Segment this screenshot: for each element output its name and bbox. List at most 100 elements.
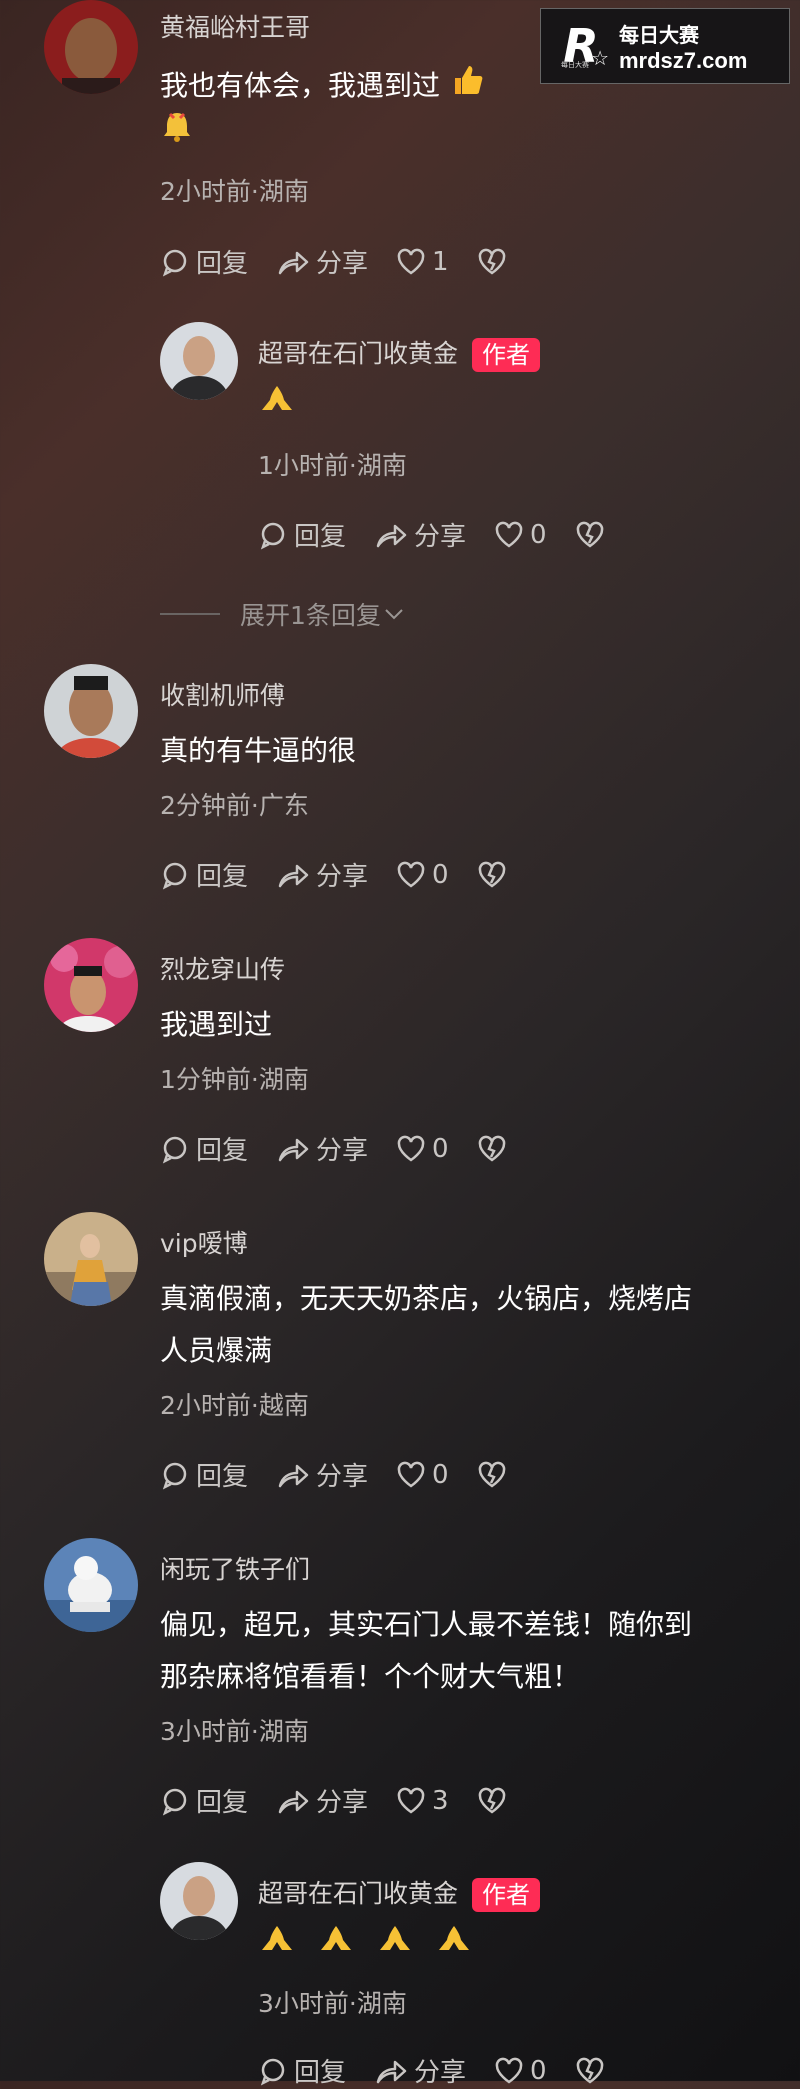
like-button[interactable]: 0: [494, 2056, 547, 2086]
dislike-button[interactable]: [477, 1135, 513, 1163]
reply-button[interactable]: 回复: [258, 2052, 346, 2089]
watermark-title: 每日大赛: [619, 22, 699, 47]
comment-text: 我遇到过: [160, 1008, 273, 1041]
divider: [160, 613, 220, 615]
reply-button[interactable]: 回复: [160, 243, 248, 280]
comment-meta: 2小时前·越南: [160, 1391, 309, 1420]
speech-bubble-icon: [162, 862, 187, 889]
comment-author[interactable]: 烈龙穿山传: [160, 950, 285, 986]
heart-icon: [397, 1787, 425, 1814]
dislike-button[interactable]: [477, 1787, 513, 1815]
dislike-button[interactable]: [477, 248, 513, 276]
dislike-button[interactable]: [575, 2057, 611, 2085]
dislike-button[interactable]: [575, 521, 611, 549]
like-button[interactable]: 0: [494, 520, 547, 550]
comment-text-line2: 人员爆满: [160, 1334, 273, 1367]
share-button[interactable]: 分享: [374, 2052, 466, 2089]
like-button[interactable]: 0: [396, 1460, 449, 1490]
comment-actions: 回复 分享 0: [160, 856, 541, 893]
reply-author[interactable]: 超哥在石门收黄金 作者: [258, 1874, 541, 1912]
like-count: 0: [432, 859, 449, 890]
share-arrow-icon: [278, 1138, 309, 1161]
bell-icon: [160, 110, 194, 158]
broken-heart-icon: [478, 1787, 505, 1814]
avatar[interactable]: [44, 1212, 138, 1306]
heart-icon: [397, 861, 425, 888]
expand-replies-button[interactable]: 展开1条回复: [160, 596, 405, 632]
reply-button[interactable]: 回复: [258, 516, 346, 553]
reply-actions: 回复 分享 0: [258, 2052, 639, 2089]
share-button[interactable]: 分享: [276, 1782, 368, 1819]
share-arrow-icon: [376, 2060, 407, 2083]
author-avatar[interactable]: [160, 1862, 238, 1940]
reply-author[interactable]: 超哥在石门收黄金 作者: [258, 334, 541, 372]
speech-bubble-icon: [162, 1788, 187, 1815]
folded-hands-icon: [317, 1922, 355, 1970]
comment-text: 真滴假滴，无天天奶茶店，火锅店，烧烤店: [160, 1282, 693, 1315]
share-button[interactable]: 分享: [276, 1456, 368, 1493]
broken-heart-icon: [478, 248, 505, 275]
speech-bubble-icon: [260, 2058, 285, 2085]
comment-meta: 3小时前·湖南: [160, 1717, 309, 1746]
like-button[interactable]: 1: [396, 247, 449, 277]
like-count: 0: [432, 1459, 449, 1490]
share-button[interactable]: 分享: [276, 856, 368, 893]
author-avatar[interactable]: [160, 322, 238, 400]
speech-bubble-icon: [162, 1136, 187, 1163]
comment-text-line2: 那杂麻将馆看看！个个财大气粗！: [160, 1660, 581, 1693]
comment-meta: 2小时前·湖南: [160, 177, 309, 206]
chevron-down-icon: [385, 609, 403, 620]
share-arrow-icon: [376, 524, 407, 547]
site-watermark: R ☆ 每日大赛 每日大赛 mrdsz7.com: [540, 8, 790, 84]
reply-meta: 1小时前·湖南: [258, 451, 407, 480]
folded-hands-icon: [376, 1922, 414, 1970]
comment-actions: 回复 分享 1: [160, 243, 541, 280]
comment-text: 偏见，超兄，其实石门人最不差钱！随你到: [160, 1608, 693, 1641]
site-logo: R ☆ 每日大赛: [561, 19, 609, 73]
comment-actions: 回复 分享 0: [160, 1130, 541, 1167]
reply-button[interactable]: 回复: [160, 1130, 248, 1167]
reply-actions: 回复 分享 0: [258, 516, 639, 553]
like-button[interactable]: 0: [396, 860, 449, 890]
comment-meta: 1分钟前·湖南: [160, 1065, 309, 1094]
folded-hands-icon: [258, 382, 296, 430]
reply-button[interactable]: 回复: [160, 1456, 248, 1493]
avatar[interactable]: [44, 664, 138, 758]
star-icon: ☆: [591, 46, 609, 70]
avatar[interactable]: [44, 1538, 138, 1632]
comment-author[interactable]: 收割机师傅: [160, 676, 285, 712]
folded-hands-icon: [435, 1922, 473, 1970]
author-badge: 作者: [472, 1878, 541, 1912]
heart-icon: [397, 248, 425, 275]
like-count: 3: [432, 1785, 449, 1816]
speech-bubble-icon: [162, 1462, 187, 1489]
dislike-button[interactable]: [477, 1461, 513, 1489]
reply-button[interactable]: 回复: [160, 856, 248, 893]
share-arrow-icon: [278, 251, 309, 274]
comment-meta: 2分钟前·广东: [160, 791, 309, 820]
comment-author[interactable]: 黄福峪村王哥: [160, 8, 310, 44]
speech-bubble-icon: [260, 522, 285, 549]
folded-hands-icon: [258, 1922, 296, 1970]
heart-icon: [397, 1135, 425, 1162]
comment-text: 真的有牛逼的很: [160, 734, 357, 767]
comment-author[interactable]: 闲玩了铁子们: [160, 1550, 310, 1586]
like-button[interactable]: 0: [396, 1134, 449, 1164]
share-button[interactable]: 分享: [276, 243, 368, 280]
speech-bubble-icon: [162, 249, 187, 276]
avatar[interactable]: [44, 0, 138, 94]
reply-button[interactable]: 回复: [160, 1782, 248, 1819]
share-button[interactable]: 分享: [276, 1130, 368, 1167]
dislike-button[interactable]: [477, 861, 513, 889]
author-badge: 作者: [472, 338, 541, 372]
like-count: 1: [432, 246, 449, 277]
comment-author[interactable]: vip嗳博: [160, 1224, 248, 1260]
like-button[interactable]: 3: [396, 1786, 449, 1816]
broken-heart-icon: [478, 1135, 505, 1162]
comment-actions: 回复 分享 0: [160, 1456, 541, 1493]
reply-meta: 3小时前·湖南: [258, 1989, 407, 2018]
share-button[interactable]: 分享: [374, 516, 466, 553]
avatar[interactable]: [44, 938, 138, 1032]
like-count: 0: [432, 1133, 449, 1164]
share-arrow-icon: [278, 1464, 309, 1487]
